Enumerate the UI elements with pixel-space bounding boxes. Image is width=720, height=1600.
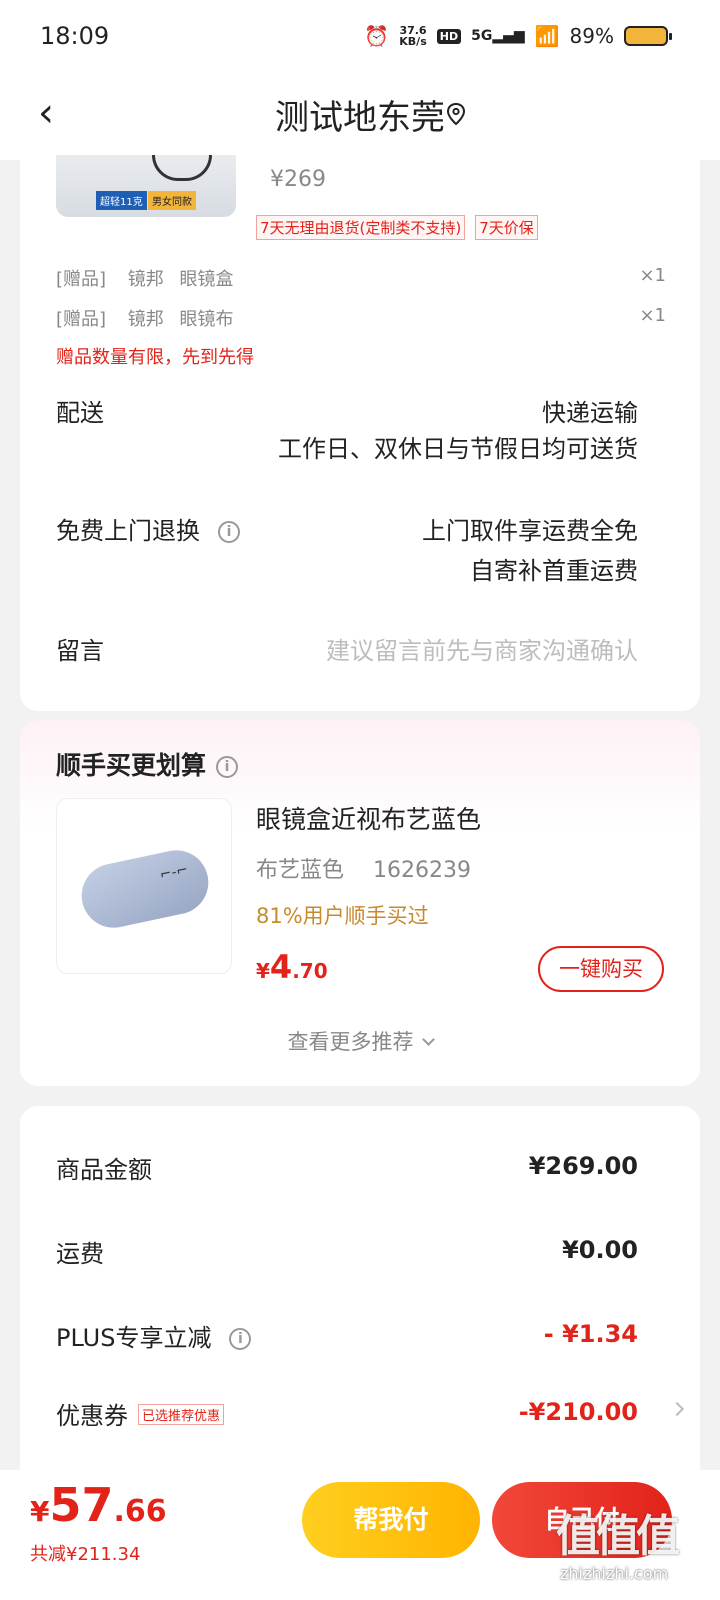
freight-label: 运费 [56, 1240, 104, 1268]
info-icon[interactable]: i [218, 521, 240, 543]
network-speed-unit: KB/s [399, 35, 427, 48]
page-title[interactable]: 测试地东莞 [0, 90, 720, 139]
gift-tag: [赠品] [56, 309, 107, 330]
order-item-card: 超轻11克 男女同款 ¥269 7天无理由退货(定制类不支持) 7天价保 [赠品… [20, 155, 700, 711]
self-pay-button[interactable]: 自己付 [492, 1482, 672, 1558]
glasses-icon: ⌐-⌐ [158, 861, 190, 884]
recommend-product-name[interactable]: 眼镜盒近视布艺蓝色 [256, 800, 481, 836]
info-icon[interactable]: i [229, 1328, 252, 1350]
recommend-title-row: 顺手买更划算 i [56, 746, 239, 782]
coupon-tag: 已选推荐优惠 [138, 1404, 225, 1425]
delivery-label: 配送 [56, 399, 104, 427]
gift-qty: ×1 [639, 265, 666, 286]
delivery-detail: 工作日、双休日与节假日均可送货 [278, 435, 638, 463]
free-return-row: 免费上门退换 i [56, 511, 240, 546]
recommend-price: ¥4.70 [256, 948, 328, 986]
plus-discount-row: PLUS专享立减 i [56, 1318, 252, 1353]
total-dec: .66 [113, 1494, 167, 1529]
total-saved: 共减¥211.34 [30, 1544, 141, 1565]
alarm-icon: ⏰ [364, 24, 390, 48]
battery-icon [624, 26, 672, 46]
gift-name: 眼镜布 [179, 309, 234, 330]
location-pin-icon[interactable] [446, 102, 466, 126]
gift-qty: ×1 [639, 305, 666, 326]
image-tag-light: 超轻11克 [96, 191, 147, 210]
one-click-buy-button[interactable]: 一键购买 [538, 946, 664, 992]
help-pay-button[interactable]: 帮我付 [302, 1482, 480, 1558]
message-input[interactable]: 建议留言前先与商家沟通确认 [326, 631, 638, 666]
status-icons: ⏰ 37.6 KB/s HD 5G▂▄▆ 📶 89% [364, 24, 672, 48]
checkout-bar: ¥57.66 共减¥211.34 帮我付 自己付 [0, 1470, 720, 1600]
glasses-image [152, 155, 212, 181]
coupon-label: 优惠券 [56, 1402, 128, 1430]
gift-name: 眼镜盒 [179, 269, 234, 290]
goods-amount-label: 商品金额 [56, 1156, 152, 1184]
total-price: ¥57.66 [30, 1478, 167, 1532]
more-recommend-link[interactable]: 查看更多推荐 [20, 1026, 700, 1056]
return-line2: 自寄补首重运费 [470, 557, 638, 585]
info-icon[interactable]: i [216, 756, 239, 778]
hd-icon: HD [436, 28, 462, 44]
total-symbol: ¥ [30, 1495, 50, 1528]
price-symbol: ¥ [256, 959, 270, 983]
amount-summary-card: 商品金额 ¥269.00 运费 ¥0.00 PLUS专享立减 i - ¥1.34 … [20, 1106, 700, 1506]
wifi-icon: 📶 [534, 24, 560, 48]
goods-amount-value: ¥269.00 [528, 1152, 638, 1180]
chevron-down-icon [421, 1033, 435, 1046]
network-speed: 37.6 KB/s [399, 25, 426, 47]
gift-row: [赠品] 镜邦 眼镜盒 ×1 [56, 265, 666, 291]
more-recommend-label: 查看更多推荐 [287, 1030, 414, 1054]
recommend-title: 顺手买更划算 [56, 751, 207, 780]
coupon-value[interactable]: -¥210.00 [519, 1398, 638, 1426]
recommend-tip: 81%用户顺手买过 [256, 904, 429, 928]
message-label: 留言 [56, 637, 104, 665]
gift-row: [赠品] 镜邦 眼镜布 ×1 [56, 305, 666, 331]
price-protect-badge: 7天价保 [475, 215, 538, 240]
price-int: 4 [269, 948, 293, 986]
service-badges: 7天无理由退货(定制类不支持) 7天价保 [256, 215, 538, 240]
image-tag-gender: 男女同款 [148, 191, 196, 210]
recommend-card: 顺手买更划算 i ⌐-⌐ 眼镜盒近视布艺蓝色 布艺蓝色 1626239 81%用户… [20, 720, 700, 1086]
total-int: 57 [49, 1478, 114, 1532]
recommend-sku: 1626239 [373, 858, 471, 883]
free-return-label: 免费上门退换 [56, 517, 200, 545]
return-line1: 上门取件享运费全免 [422, 517, 638, 545]
battery-percent: 89% [569, 24, 614, 48]
product-image[interactable]: 超轻11克 男女同款 [56, 155, 236, 217]
recommend-spec: 布艺蓝色 1626239 [256, 852, 471, 884]
recommend-product-image[interactable]: ⌐-⌐ [56, 798, 232, 974]
coupon-row[interactable]: 优惠券 已选推荐优惠 [56, 1396, 225, 1431]
freight-value: ¥0.00 [562, 1236, 638, 1264]
gift-brand: 镜邦 [127, 309, 164, 330]
delivery-method[interactable]: 快递运输 [542, 393, 638, 428]
return-badge: 7天无理由退货(定制类不支持) [256, 215, 466, 240]
status-bar: 18:09 ⏰ 37.6 KB/s HD 5G▂▄▆ 📶 89% [0, 0, 720, 70]
recommend-spec-color: 布艺蓝色 [256, 858, 345, 883]
product-price: ¥269 [270, 167, 326, 192]
gift-note: 赠品数量有限，先到先得 [56, 347, 254, 368]
status-time: 18:09 [40, 22, 110, 50]
gift-brand: 镜邦 [127, 269, 164, 290]
glasses-case-image: ⌐-⌐ [75, 844, 215, 934]
gift-tag: [赠品] [56, 269, 107, 290]
signal-icon: 5G▂▄▆ [471, 28, 525, 44]
price-dec: .70 [292, 959, 328, 983]
plus-discount-value: - ¥1.34 [543, 1320, 638, 1348]
page-header: ‹ 测试地东莞 [0, 70, 720, 160]
plus-discount-label: PLUS专享立减 [56, 1324, 212, 1352]
